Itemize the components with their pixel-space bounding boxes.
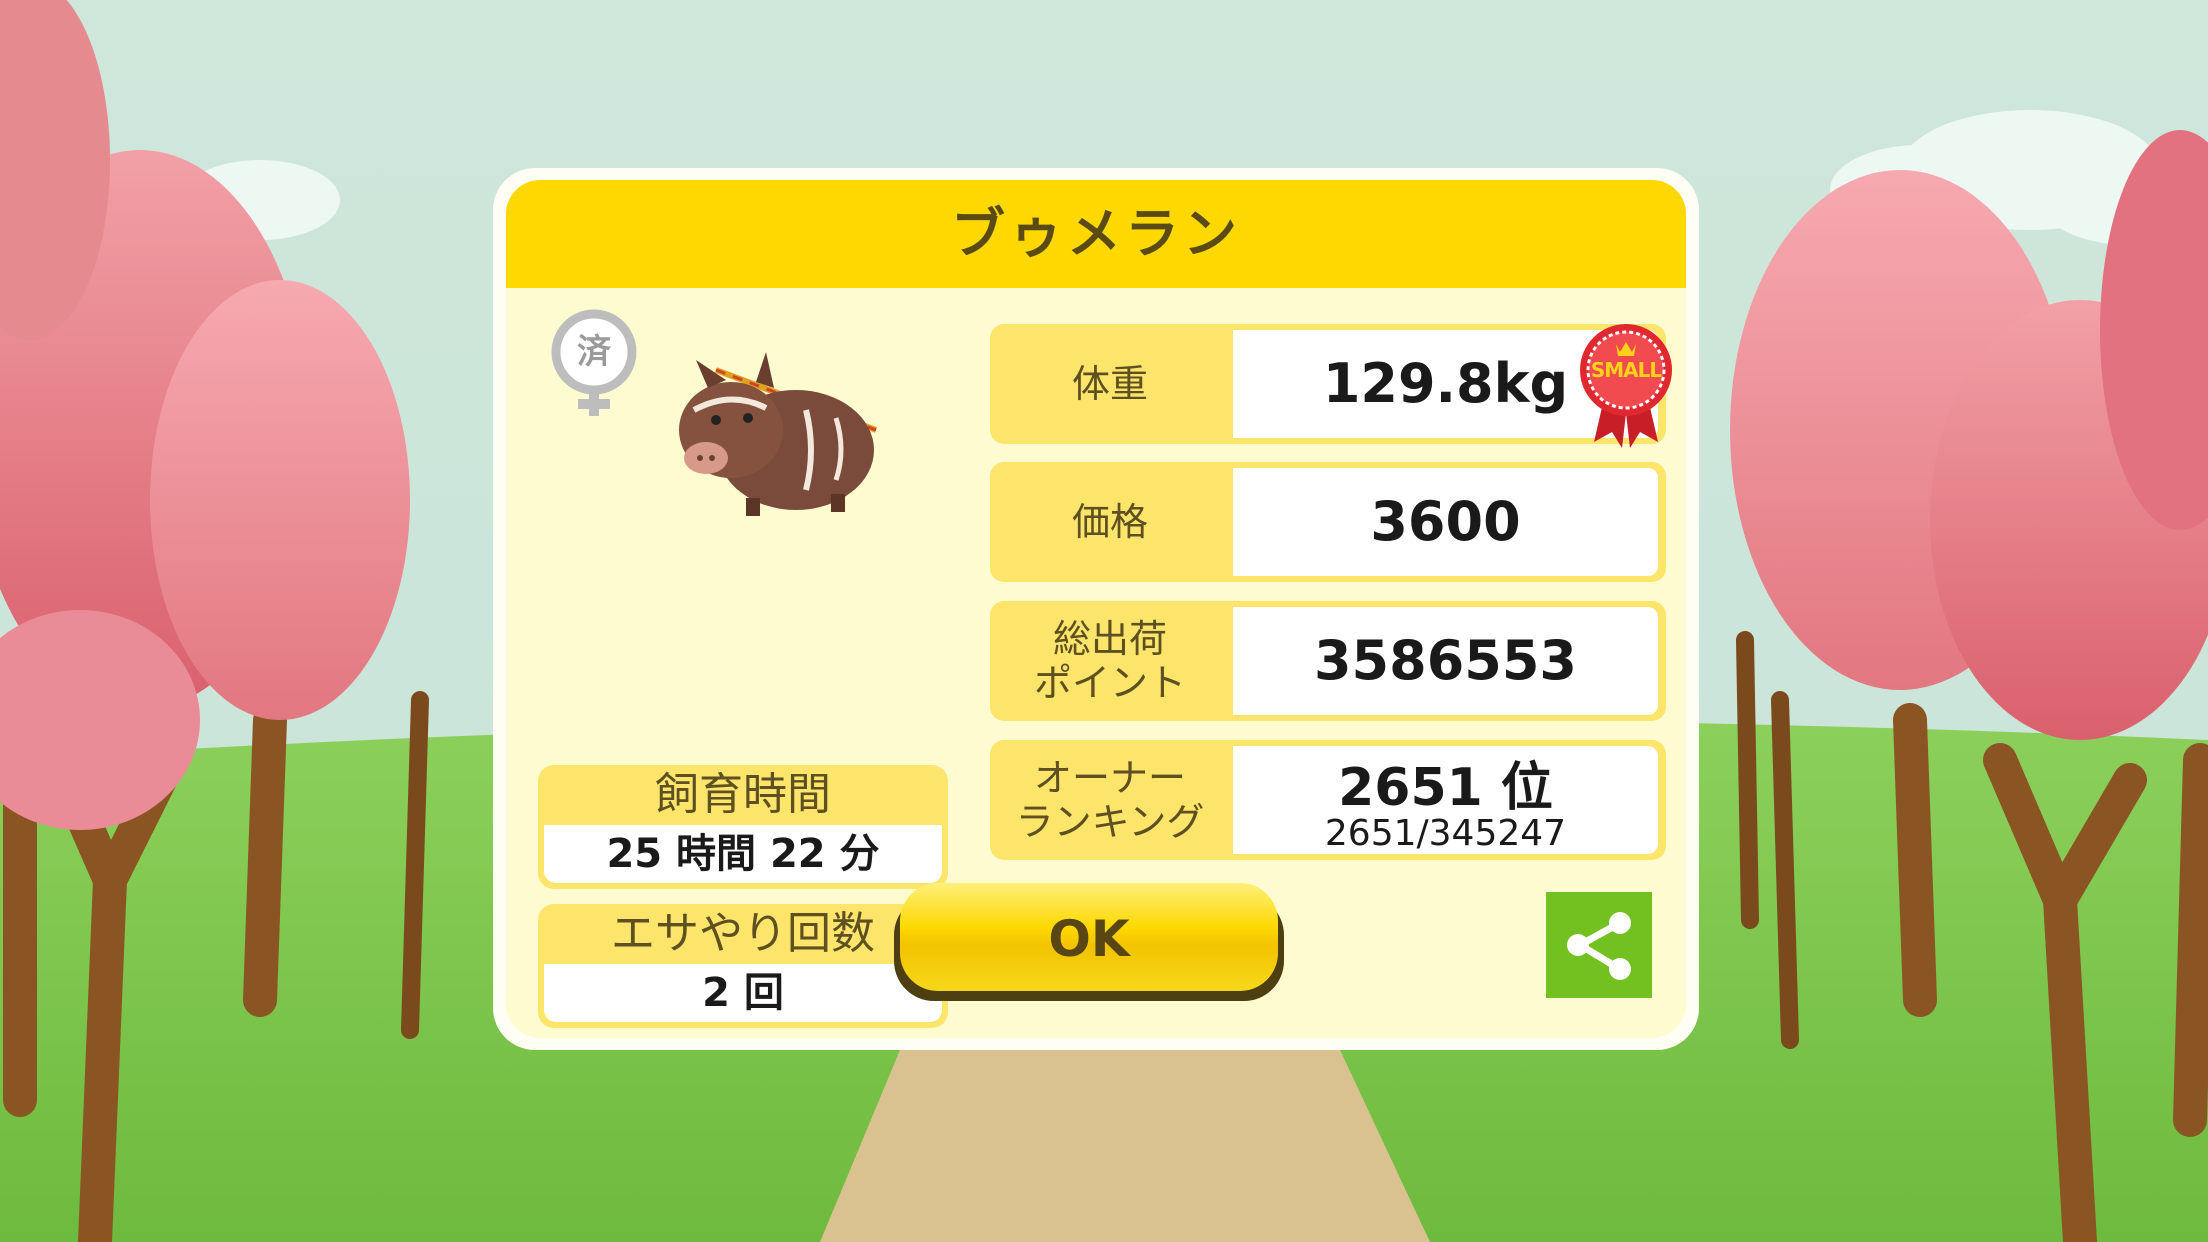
- small-size-badge: SMALL: [1576, 320, 1676, 450]
- price-label: 価格: [1071, 500, 1148, 544]
- weight-row: 体重 129.8kg: [990, 324, 1666, 444]
- share-icon: [1567, 912, 1631, 980]
- title-bar: ブゥメラン: [506, 180, 1686, 288]
- shipment-points-value-box: 3586553: [1233, 607, 1658, 715]
- share-button[interactable]: [1546, 892, 1652, 998]
- pig-name-title: ブゥメラン: [951, 202, 1241, 265]
- shipment-points-value: 3586553: [1313, 629, 1577, 692]
- shipment-points-label-line2: ポイント: [1033, 661, 1186, 705]
- dialog-frame: ブゥメラン 済 飼育時間 25 時間 22 分 エサやり回数 2 回 体重 12…: [493, 168, 1699, 1050]
- ok-button[interactable]: OK: [894, 883, 1284, 1001]
- raising-time-box: 飼育時間 25 時間 22 分: [538, 765, 948, 889]
- price-row: 価格 3600: [990, 462, 1666, 582]
- result-dialog: ブゥメラン 済 飼育時間 25 時間 22 分 エサやり回数 2 回 体重 12…: [493, 168, 1699, 1050]
- owner-ranking-value-box: 2651 位 2651/345247: [1233, 746, 1658, 854]
- dialog-body: ブゥメラン 済 飼育時間 25 時間 22 分 エサやり回数 2 回 体重 12…: [506, 180, 1686, 1038]
- shipment-points-label-line1: 総出荷: [1052, 617, 1167, 661]
- price-value: 3600: [1370, 490, 1521, 553]
- ok-button-face: OK: [900, 883, 1278, 991]
- owner-ranking-label-line2: ランキング: [1015, 800, 1205, 844]
- owner-ranking-label: オーナー ランキング: [990, 740, 1230, 860]
- raising-time-label: 飼育時間: [655, 769, 831, 820]
- owner-ranking-label-line1: オーナー: [1033, 756, 1186, 800]
- ribbon-icon: [1580, 324, 1672, 448]
- owner-ranking-row: オーナー ランキング 2651 位 2651/345247: [990, 740, 1666, 860]
- owner-ranking-value: 2651 位: [1338, 758, 1553, 818]
- price-value-box: 3600: [1233, 468, 1658, 576]
- small-size-label: SMALL: [1590, 358, 1662, 382]
- ok-button-label: OK: [1048, 910, 1130, 968]
- weight-label: 体重: [1071, 362, 1148, 406]
- owner-ranking-detail: 2651/345247: [1324, 813, 1567, 854]
- shipped-badge: 済: [577, 332, 611, 372]
- feeding-count-label: エサやり回数: [611, 908, 875, 959]
- raising-time-value: 25 時間 22 分: [544, 825, 942, 883]
- feeding-count-box: エサやり回数 2 回: [538, 904, 948, 1028]
- shipment-points-label: 総出荷 ポイント: [990, 601, 1230, 721]
- shipment-points-row: 総出荷 ポイント 3586553: [990, 601, 1666, 721]
- feeding-count-value: 2 回: [544, 964, 942, 1022]
- pig-illustration: [679, 352, 878, 516]
